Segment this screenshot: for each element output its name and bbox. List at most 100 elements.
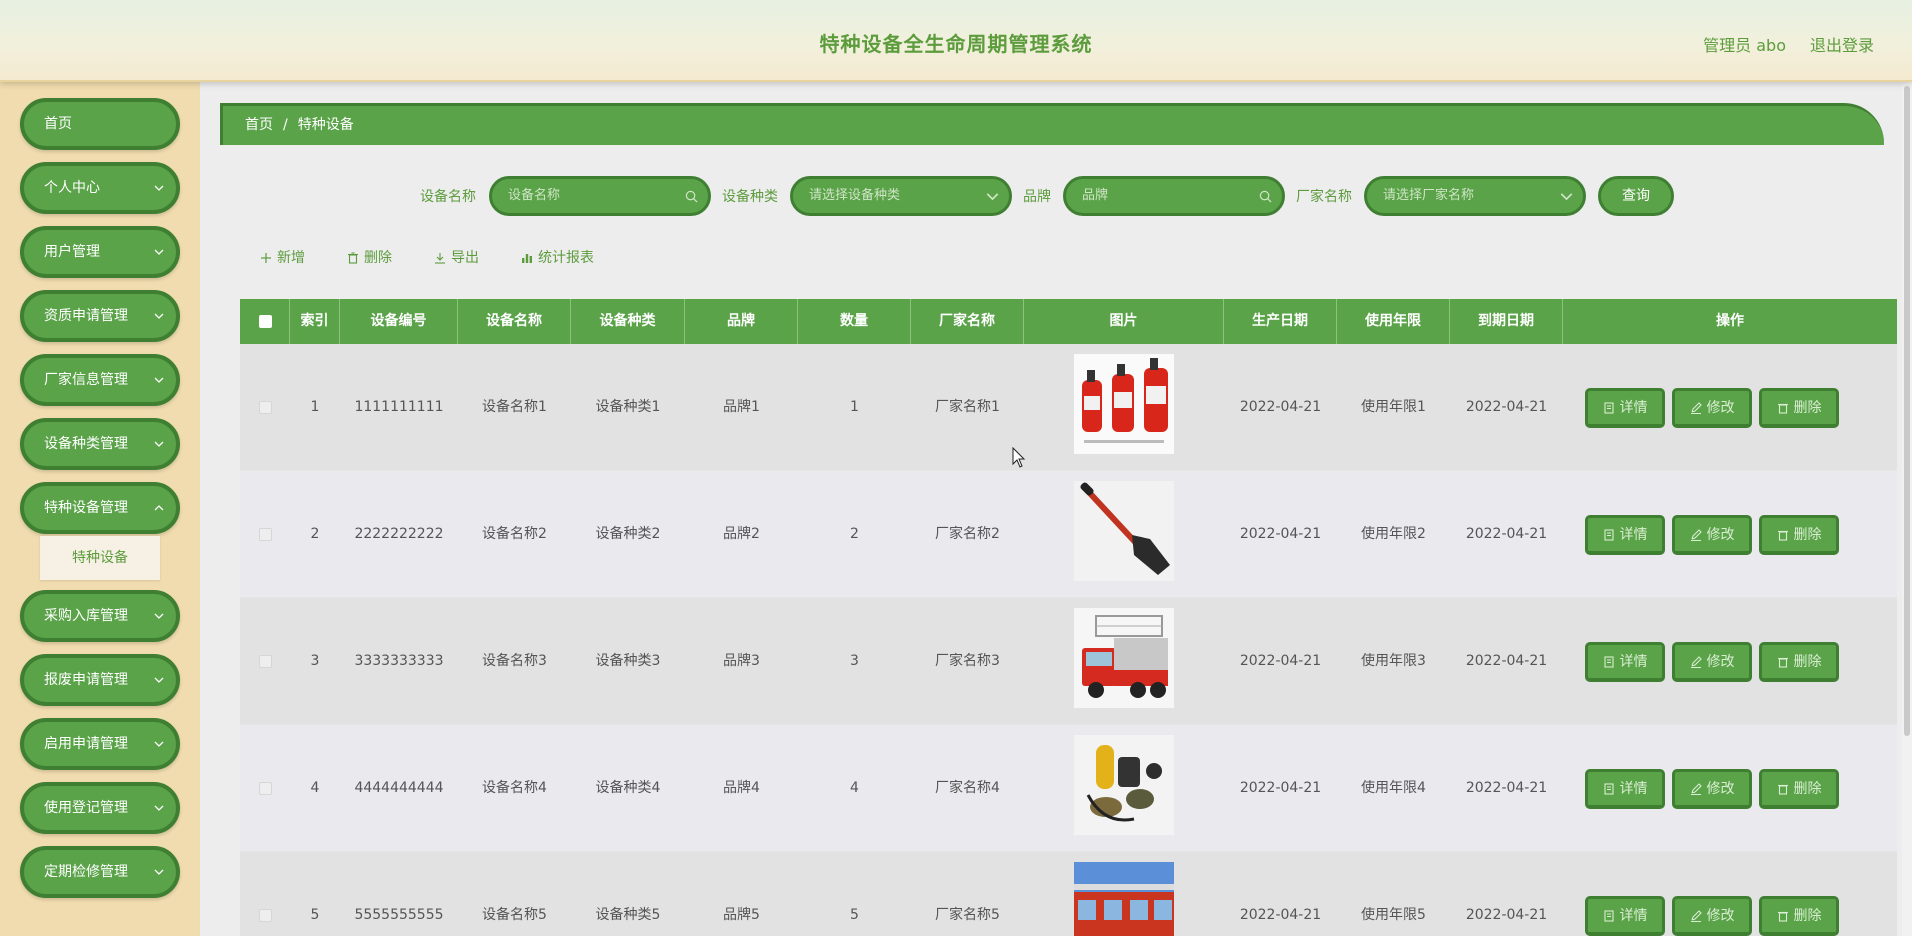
- cell-life: 使用年限2: [1361, 526, 1426, 542]
- sidebar-item-user-management[interactable]: 用户管理: [20, 226, 180, 278]
- pencil-icon: [1690, 401, 1702, 414]
- app-title: 特种设备全生命周期管理系统: [819, 32, 1093, 56]
- fire-trucks-image: [1074, 862, 1174, 936]
- row-checkbox[interactable]: [259, 782, 272, 795]
- sidebar-item-label: 首页: [44, 116, 72, 132]
- scrollbar-thumb[interactable]: [1904, 86, 1910, 736]
- maker-select[interactable]: 请选择厂家名称: [1364, 176, 1586, 216]
- report-label: 统计报表: [538, 250, 594, 266]
- sidebar-item-label: 用户管理: [44, 244, 100, 260]
- cell-brand: 品牌2: [723, 526, 760, 542]
- shovel-image: [1074, 481, 1174, 581]
- table-row: 2 2222222222 设备名称2 设备种类2 品牌2 2 厂家名称2 202…: [240, 471, 1897, 598]
- edit-button[interactable]: 修改: [1672, 769, 1752, 809]
- cell-expire: 2022-04-21: [1465, 526, 1548, 542]
- sidebar-item-enable[interactable]: 启用申请管理: [20, 718, 180, 770]
- batch-delete-button[interactable]: 删除: [347, 248, 392, 268]
- col-qty: 数量: [798, 299, 911, 344]
- edit-button[interactable]: 修改: [1672, 515, 1752, 555]
- row-checkbox[interactable]: [259, 528, 272, 541]
- cell-code: 5555555555: [354, 907, 444, 923]
- document-icon: [1603, 655, 1614, 668]
- sidebar-item-manufacturer[interactable]: 厂家信息管理: [20, 354, 180, 406]
- sidebar-item-personal-center[interactable]: 个人中心: [20, 162, 180, 214]
- row-checkbox[interactable]: [259, 401, 272, 414]
- page-scrollbar[interactable]: [1902, 82, 1912, 936]
- device-name-input[interactable]: 设备名称: [489, 176, 711, 216]
- breadcrumb-separator: /: [283, 117, 288, 133]
- export-button[interactable]: 导出: [434, 248, 479, 268]
- device-type-label: 设备种类: [722, 189, 778, 205]
- cell-index: 2: [310, 526, 320, 542]
- device-table: 索引 设备编号 设备名称 设备种类 品牌 数量 厂家名称 图片 生产日期 使用年…: [240, 299, 1897, 936]
- detail-label: 详情: [1619, 653, 1648, 670]
- device-name-label: 设备名称: [420, 189, 476, 205]
- row-checkbox[interactable]: [259, 909, 272, 922]
- add-button[interactable]: 新增: [260, 248, 305, 268]
- sidebar-item-label: 个人中心: [44, 180, 100, 196]
- sidebar-item-label: 特种设备管理: [44, 500, 128, 516]
- logout-link[interactable]: 退出登录: [1810, 32, 1874, 56]
- edit-label: 修改: [1706, 780, 1735, 797]
- chevron-down-icon: [154, 185, 164, 191]
- chevron-down-icon: [154, 377, 164, 383]
- edit-label: 修改: [1706, 399, 1735, 416]
- delete-button[interactable]: 删除: [1759, 388, 1839, 428]
- chevron-down-icon: [1560, 193, 1573, 201]
- detail-button[interactable]: 详情: [1585, 769, 1665, 809]
- edit-button[interactable]: 修改: [1672, 896, 1752, 936]
- device-type-select[interactable]: 请选择设备种类: [790, 176, 1012, 216]
- row-checkbox[interactable]: [259, 655, 272, 668]
- cell-index: 5: [310, 907, 320, 923]
- trash-icon: [1777, 784, 1788, 795]
- report-button[interactable]: 统计报表: [521, 248, 594, 268]
- detail-button[interactable]: 详情: [1585, 515, 1665, 555]
- sidebar-item-special-device[interactable]: 特种设备管理: [20, 482, 180, 534]
- edit-button[interactable]: 修改: [1672, 388, 1752, 428]
- sidebar-item-maintenance[interactable]: 定期检修管理: [20, 846, 180, 898]
- cell-prod-date: 2022-04-21: [1239, 780, 1322, 796]
- col-name: 设备名称: [458, 299, 571, 344]
- device-name-placeholder: 设备名称: [508, 188, 561, 203]
- detail-button[interactable]: 详情: [1585, 388, 1665, 428]
- pencil-icon: [1690, 909, 1702, 922]
- delete-button[interactable]: 删除: [1759, 896, 1839, 936]
- query-button[interactable]: 查询: [1598, 176, 1674, 216]
- delete-button[interactable]: 删除: [1759, 515, 1839, 555]
- cell-brand: 品牌1: [723, 399, 760, 415]
- sidebar-item-device-type[interactable]: 设备种类管理: [20, 418, 180, 470]
- document-icon: [1603, 909, 1614, 922]
- delete-label: 删除: [1793, 399, 1822, 416]
- detail-button[interactable]: 详情: [1585, 642, 1665, 682]
- cell-expire: 2022-04-21: [1465, 399, 1548, 415]
- sidebar-item-label: 厂家信息管理: [44, 372, 128, 388]
- sidebar-item-purchase[interactable]: 采购入库管理: [20, 590, 180, 642]
- delete-button[interactable]: 删除: [1759, 769, 1839, 809]
- detail-button[interactable]: 详情: [1585, 896, 1665, 936]
- breadcrumb-home[interactable]: 首页: [245, 117, 273, 133]
- delete-label: 删除: [1793, 526, 1822, 543]
- sidebar-item-usage-register[interactable]: 使用登记管理: [20, 782, 180, 834]
- edit-label: 修改: [1706, 526, 1735, 543]
- cell-qty: 4: [850, 780, 859, 796]
- sidebar-item-home[interactable]: 首页: [20, 98, 180, 150]
- select-all-checkbox[interactable]: [259, 315, 272, 328]
- sidebar-item-scrap[interactable]: 报废申请管理: [20, 654, 180, 706]
- cell-name: 设备名称5: [482, 907, 547, 923]
- trash-icon: [1777, 657, 1788, 668]
- table-row: 4 4444444444 设备名称4 设备种类4 品牌4 4 厂家名称4 202…: [240, 725, 1897, 852]
- edit-button[interactable]: 修改: [1672, 642, 1752, 682]
- sidebar-item-qualification[interactable]: 资质申请管理: [20, 290, 180, 342]
- cell-brand: 品牌4: [723, 780, 760, 796]
- chevron-down-icon: [154, 741, 164, 747]
- delete-button[interactable]: 删除: [1759, 642, 1839, 682]
- col-image: 图片: [1024, 299, 1224, 344]
- cell-name: 设备名称3: [482, 653, 547, 669]
- cell-prod-date: 2022-04-21: [1239, 399, 1322, 415]
- brand-input[interactable]: 品牌: [1063, 176, 1285, 216]
- maker-label: 厂家名称: [1296, 189, 1352, 205]
- search-icon: [1259, 190, 1272, 203]
- submenu-item-special-device[interactable]: 特种设备: [40, 536, 160, 580]
- cell-code: 2222222222: [354, 526, 444, 542]
- cell-maker: 厂家名称1: [935, 399, 1000, 415]
